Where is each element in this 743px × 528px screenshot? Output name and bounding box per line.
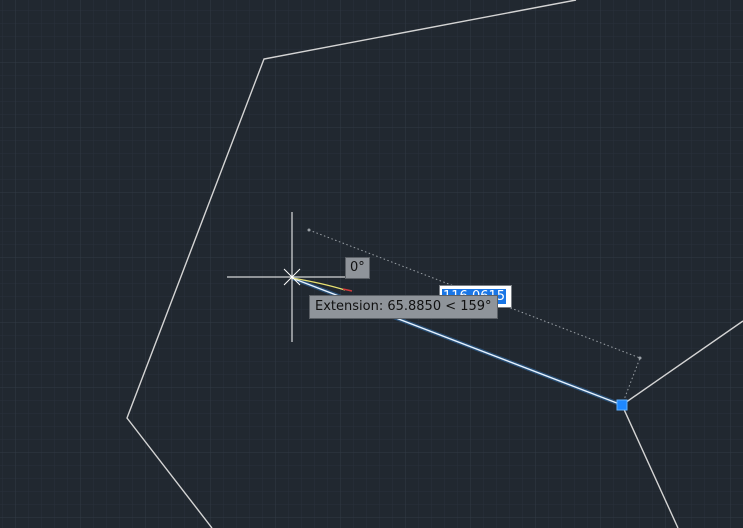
dimension-preview-endpoint <box>307 228 311 232</box>
dimension-preview-endpoint <box>638 356 642 360</box>
extension-tooltip: Extension: 65.8850 < 159° <box>309 295 498 319</box>
grip-handle[interactable] <box>616 399 628 411</box>
drawing-canvas[interactable]: 0° 116.0615 Extension: 65.8850 < 159° <box>0 0 743 528</box>
grid <box>0 0 743 528</box>
angle-tooltip: 0° <box>345 257 370 279</box>
model-space[interactable] <box>0 0 743 528</box>
